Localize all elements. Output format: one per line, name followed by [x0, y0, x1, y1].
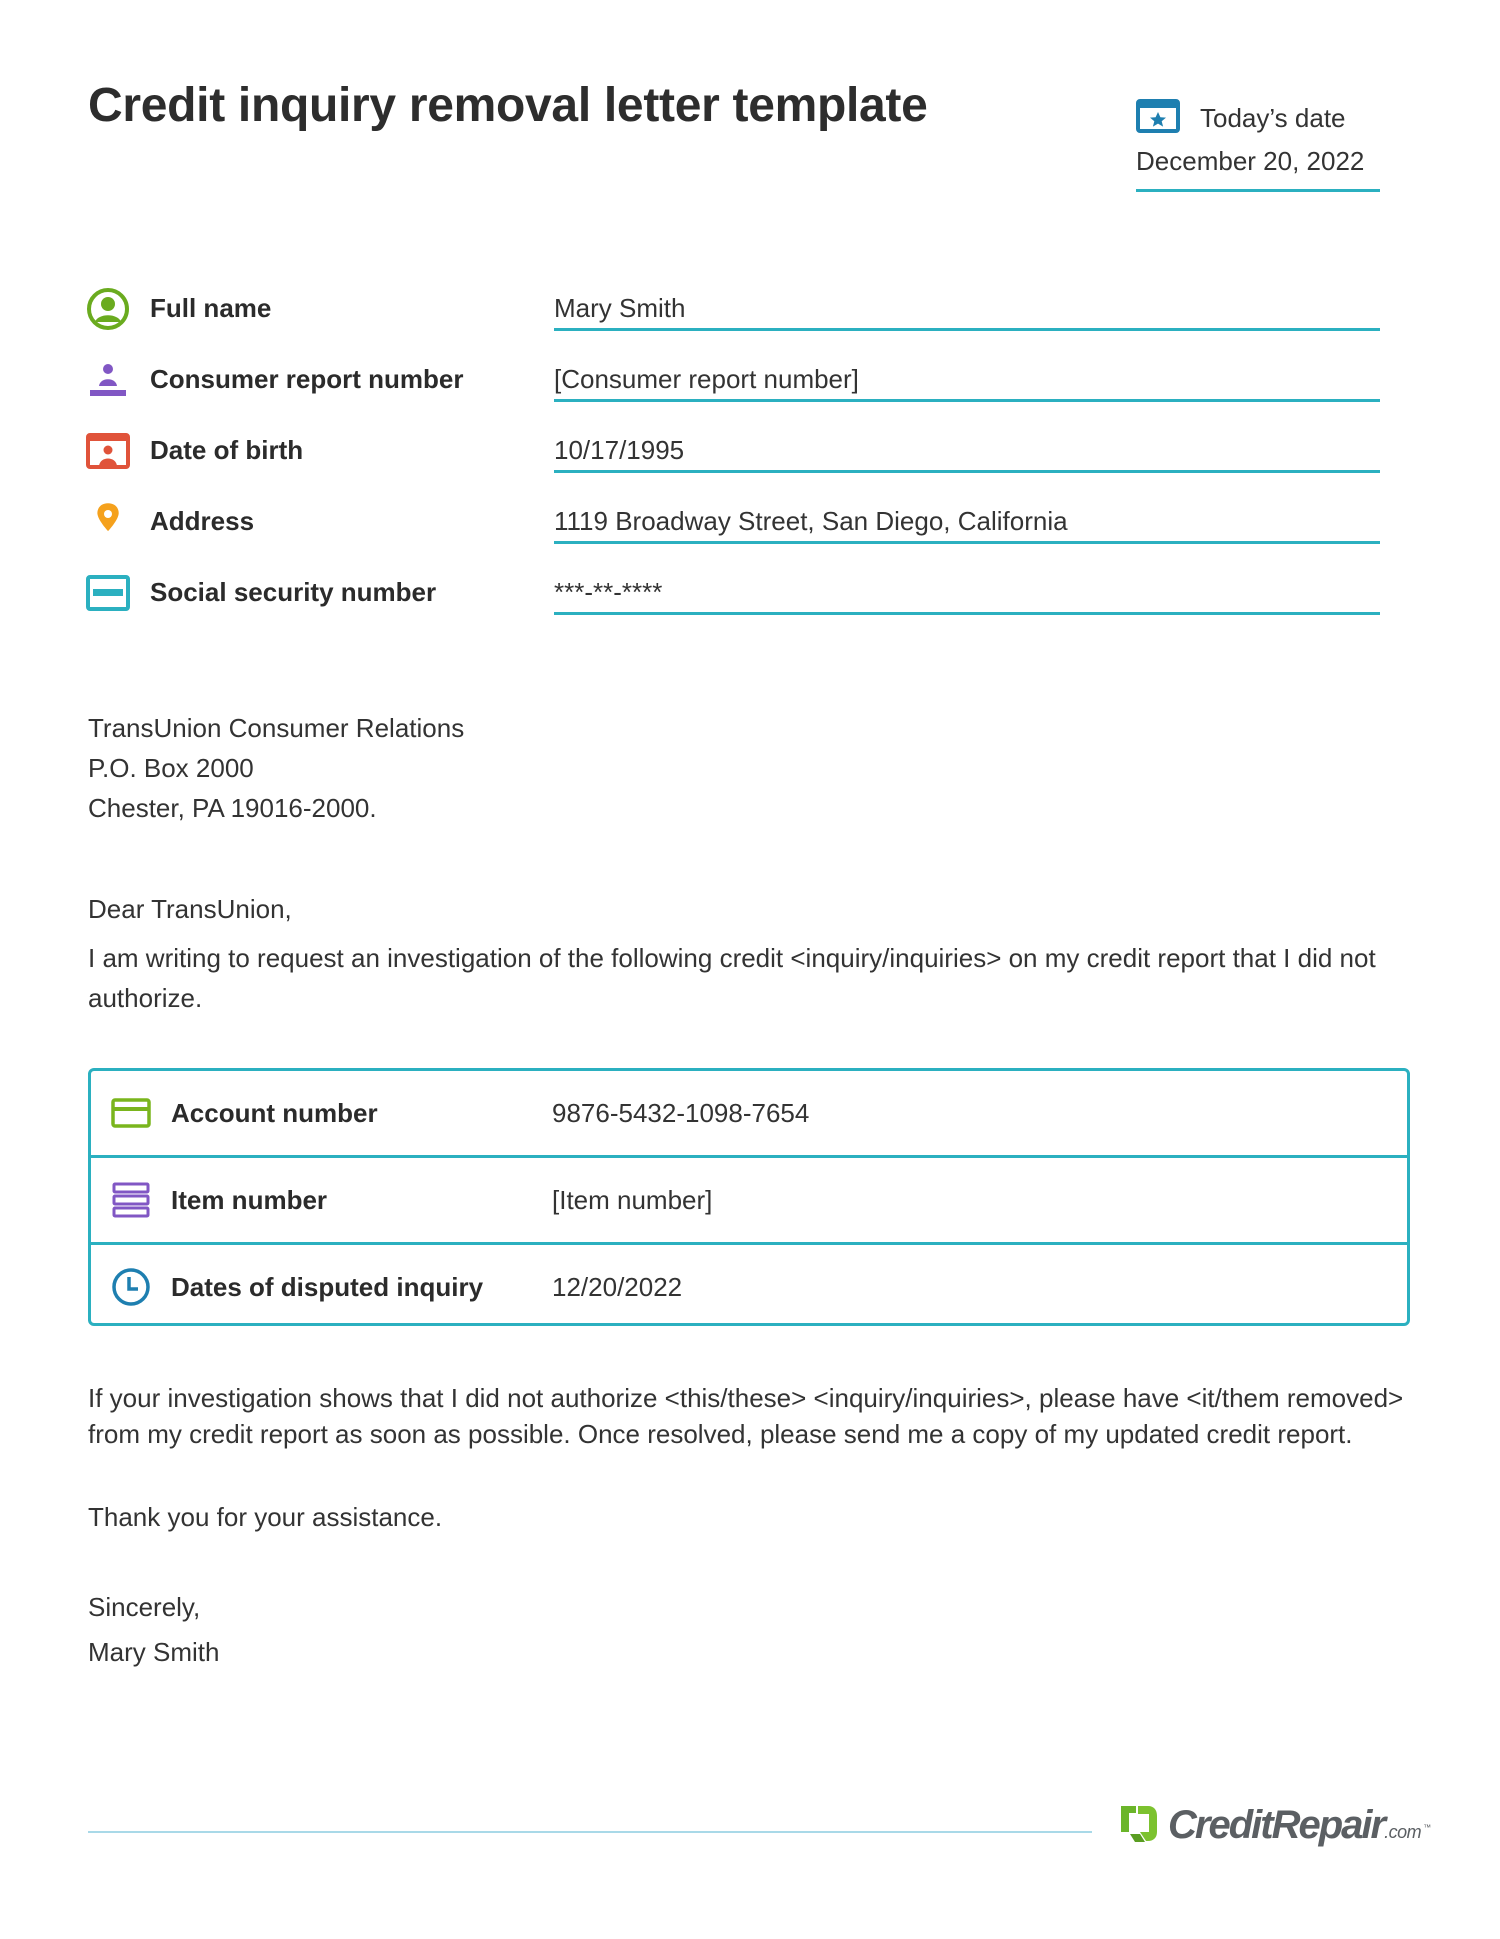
- creditrepair-logo: CreditRepair .com ™: [1118, 1802, 1431, 1849]
- footer-divider: [88, 1831, 1092, 1833]
- creditrepair-logo-icon: [1118, 1802, 1160, 1849]
- ssn-input[interactable]: ***-**-****: [554, 567, 1380, 615]
- field-consumer-report-number: Consumer report number [Consumer report …: [86, 354, 1380, 404]
- field-label: Date of birth: [150, 435, 304, 465]
- user-circle-icon: [86, 287, 130, 331]
- field-label: Full name: [150, 293, 272, 323]
- disputed-inquiry-table: Account number 9876-5432-1098-7654 Item …: [88, 1068, 1410, 1326]
- row-label: Account number: [171, 1097, 378, 1128]
- id-card-icon: [86, 429, 130, 473]
- full-name-input[interactable]: Mary Smith: [554, 283, 1380, 331]
- calendar-star-icon: [1136, 98, 1180, 138]
- row-label: Dates of disputed inquiry: [171, 1271, 484, 1302]
- recipient-line: TransUnion Consumer Relations: [88, 713, 465, 743]
- field-label: Address: [150, 506, 255, 536]
- field-label: Consumer report number: [150, 364, 464, 394]
- table-row-account-number: Account number 9876-5432-1098-7654: [91, 1071, 1407, 1158]
- item-number-value[interactable]: [Item number]: [552, 1185, 712, 1216]
- page-title: Credit inquiry removal letter template: [88, 79, 928, 132]
- thanks-line: Thank you for your assistance.: [88, 1502, 443, 1532]
- todays-date-value[interactable]: December 20, 2022: [1136, 146, 1380, 192]
- card-stripe-icon: [86, 571, 130, 615]
- consumer-report-number-input[interactable]: [Consumer report number]: [554, 354, 1380, 402]
- disputed-date-value[interactable]: 12/20/2022: [552, 1272, 682, 1303]
- field-address: Address 1119 Broadway Street, San Diego,…: [86, 496, 1380, 546]
- stacked-list-icon: [109, 1178, 153, 1222]
- brand-suffix: .com: [1384, 1822, 1422, 1842]
- greeting: Dear TransUnion,: [88, 894, 292, 924]
- credit-card-icon: [109, 1091, 153, 1135]
- intro-paragraph: I am writing to request an investigation…: [88, 943, 1376, 1013]
- todays-date-label: Today’s date: [1200, 102, 1346, 133]
- person-podium-icon: [86, 358, 130, 402]
- account-number-value[interactable]: 9876-5432-1098-7654: [552, 1098, 809, 1129]
- table-row-item-number: Item number [Item number]: [91, 1158, 1407, 1245]
- field-label: Social security number: [150, 577, 437, 607]
- closing-line: Sincerely,: [88, 1592, 201, 1622]
- field-full-name: Full name Mary Smith: [86, 283, 1380, 333]
- brand-name: CreditRepair: [1168, 1803, 1386, 1847]
- recipient-address: TransUnion Consumer Relations P.O. Box 2…: [88, 708, 464, 828]
- field-date-of-birth: Date of birth 10/17/1995: [86, 425, 1380, 475]
- table-row-disputed-dates: Dates of disputed inquiry 12/20/2022: [91, 1245, 1407, 1329]
- date-of-birth-input[interactable]: 10/17/1995: [554, 425, 1380, 473]
- request-paragraph: If your investigation shows that I did n…: [88, 1383, 1404, 1449]
- clock-icon: [109, 1265, 153, 1309]
- recipient-line: P.O. Box 2000: [88, 753, 254, 783]
- row-label: Item number: [171, 1184, 328, 1215]
- todays-date-block: Today’s date December 20, 2022: [1136, 98, 1380, 192]
- map-pin-icon: [86, 500, 130, 544]
- address-input[interactable]: 1119 Broadway Street, San Diego, Califor…: [554, 496, 1380, 544]
- signature: Mary Smith: [88, 1637, 220, 1667]
- field-social-security-number: Social security number ***-**-****: [86, 567, 1380, 617]
- trademark-mark: ™: [1423, 1823, 1432, 1832]
- recipient-line: Chester, PA 19016-2000.: [88, 793, 377, 823]
